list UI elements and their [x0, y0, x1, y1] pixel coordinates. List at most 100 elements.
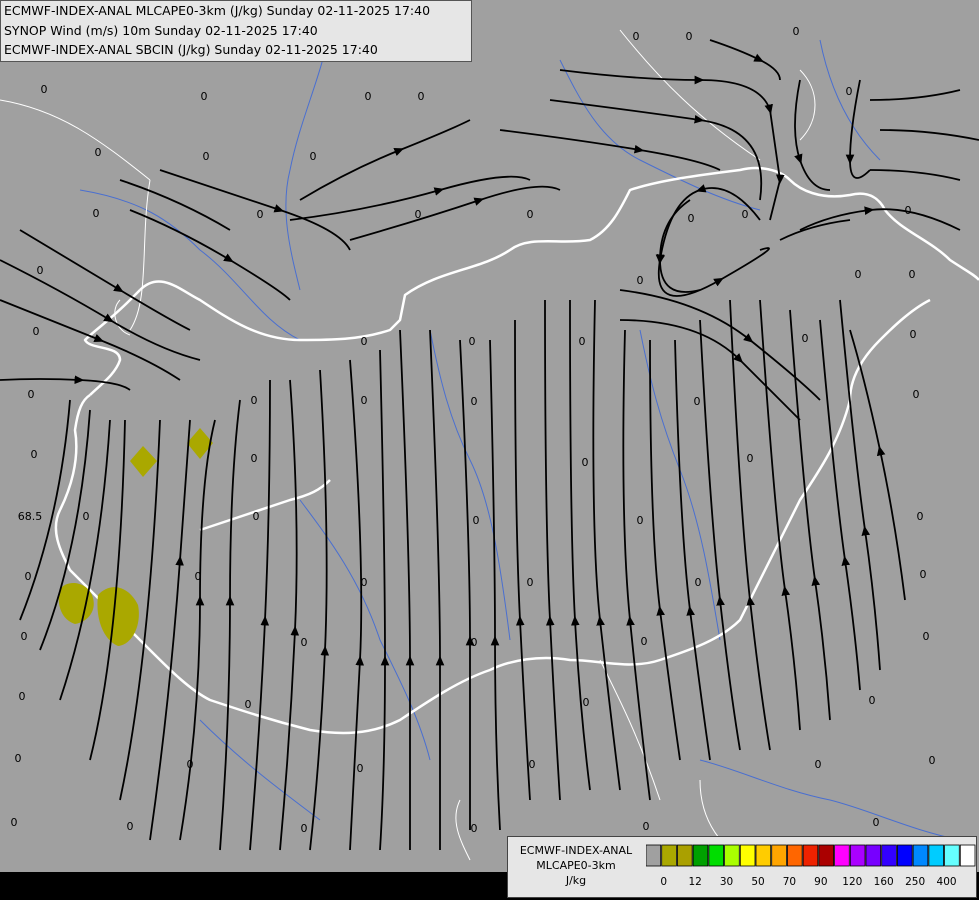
cin-value-label: 0	[469, 335, 476, 348]
cin-value-label: 0	[201, 90, 208, 103]
cin-value-label: 0	[527, 208, 534, 221]
cin-value-label: 0	[93, 207, 100, 220]
legend-swatch	[724, 844, 740, 867]
cin-value-label: 0	[471, 636, 478, 649]
cin-value-label: 0	[695, 576, 702, 589]
legend-swatch	[881, 844, 897, 867]
cin-value-label: 0	[33, 325, 40, 338]
cin-value-label: 0	[815, 758, 822, 771]
cin-value-label: 0	[11, 816, 18, 829]
legend-swatch	[802, 844, 819, 867]
legend-swatch	[755, 844, 772, 867]
cin-value-label: 0	[869, 694, 876, 707]
cin-value-label: 0	[913, 388, 920, 401]
cin-value-label: 0	[473, 514, 480, 527]
legend-tick-label: 160	[873, 876, 894, 888]
cin-value-label: 0	[747, 452, 754, 465]
legend-tick-label: 250	[905, 876, 926, 888]
cin-value-label: 0	[641, 635, 648, 648]
cin-value-label: 0	[694, 395, 701, 408]
cin-value-label: 0	[37, 264, 44, 277]
cin-value-label: 0	[257, 208, 264, 221]
cin-value-label: 0	[41, 83, 48, 96]
cin-value-label: 0	[686, 30, 693, 43]
cin-value-label: 0	[195, 570, 202, 583]
cin-value-label: 0	[846, 85, 853, 98]
cin-value-label: 0	[301, 822, 308, 835]
cin-value-label: 0	[21, 630, 28, 643]
legend-swatch	[708, 844, 724, 867]
cin-value-label: 0	[415, 208, 422, 221]
legend-swatch	[865, 844, 882, 867]
cin-value-label: 0	[31, 448, 38, 461]
legend-swatch	[897, 844, 913, 867]
legend-swatch	[912, 844, 929, 867]
legend-tick-label: 50	[751, 876, 765, 888]
cin-value-label: 0	[357, 762, 364, 775]
cin-value-label: 0	[310, 150, 317, 163]
legend-title: ECMWF-INDEX-ANAL MLCAPE0-3km J/kg	[512, 843, 640, 888]
cin-value-label: 0	[253, 510, 260, 523]
cin-value-label: 0	[251, 394, 258, 407]
legend-tick-label: 400	[936, 876, 957, 888]
cin-value-label: 0	[582, 456, 589, 469]
cin-value-label: 0	[361, 394, 368, 407]
cin-value-label: 0	[361, 576, 368, 589]
title-line-cape: ECMWF-INDEX-ANAL MLCAPE0-3km (J/kg) Sund…	[4, 3, 431, 18]
cin-value-label: 0	[643, 820, 650, 833]
cin-value-label: 0	[910, 328, 917, 341]
legend-swatch	[959, 844, 976, 867]
legend-swatch	[677, 844, 693, 867]
cin-value-label: 0	[579, 335, 586, 348]
cin-value-label: 0	[203, 150, 210, 163]
cin-value-label: 0	[917, 510, 924, 523]
legend-title-line: ECMWF-INDEX-ANAL	[519, 844, 633, 857]
cin-value-label: 0	[471, 395, 478, 408]
legend-swatch	[646, 844, 662, 867]
legend-swatch	[849, 844, 866, 867]
legend-swatch	[771, 844, 787, 867]
cin-value-label: 0	[527, 576, 534, 589]
cin-value-label: 0	[923, 630, 930, 643]
legend-tick-label: 90	[814, 876, 828, 888]
cin-value-label: 0	[95, 146, 102, 159]
color-legend: ECMWF-INDEX-ANAL MLCAPE0-3km J/kg 0 12 30 5…	[507, 836, 977, 898]
cin-value-label: 0	[583, 696, 590, 709]
cin-value-label: 0	[529, 758, 536, 771]
cin-value-label: 0	[251, 452, 258, 465]
legend-title-line: MLCAPE0-3km	[536, 859, 616, 872]
legend-swatch	[661, 844, 677, 867]
legend-ticks: 0 12 30 50 70 90 120 160 250 400	[646, 876, 976, 890]
cin-value-label: 0	[909, 268, 916, 281]
cin-value-label: 0	[83, 510, 90, 523]
cin-value-label: 0	[637, 514, 644, 527]
special-value-label: 68.5	[18, 510, 43, 523]
map-title-box: ECMWF-INDEX-ANAL MLCAPE0-3km (J/kg) Sund…	[0, 0, 472, 62]
legend-swatch	[944, 844, 960, 867]
cin-value-label: 0	[28, 388, 35, 401]
legend-tick-label: 30	[719, 876, 734, 888]
cin-value-label: 0	[920, 568, 927, 581]
cin-value-label: 0	[245, 698, 252, 711]
legend-swatch	[834, 844, 850, 867]
legend-swatch	[692, 844, 709, 867]
cin-value-label: 0	[905, 204, 912, 217]
title-line-wind: SYNOP Wind (m/s) 10m Sunday 02-11-2025 1…	[4, 22, 318, 38]
cin-value-label: 0	[418, 90, 425, 103]
weather-map: 0 0 0 0 0 0 0 0 0 0 0 0 0 0 0 0 0 0 0 0 …	[0, 0, 979, 900]
legend-swatches	[646, 844, 976, 867]
cin-value-label: 0	[301, 636, 308, 649]
legend-swatch	[787, 844, 803, 867]
cin-value-label: 0	[127, 820, 134, 833]
cin-value-label: 0	[802, 332, 809, 345]
cin-value-label: 0	[855, 268, 862, 281]
legend-tick-label: 70	[782, 876, 797, 888]
cin-value-label: 0	[929, 754, 936, 767]
legend-swatch	[928, 844, 944, 867]
cin-value-label: 0	[365, 90, 372, 103]
legend-swatch	[739, 844, 756, 867]
cin-value-label: 0	[471, 822, 478, 835]
cin-value-label: 0	[187, 758, 194, 771]
legend-tick-label: 12	[688, 876, 702, 888]
legend-unit: J/kg	[565, 874, 587, 887]
